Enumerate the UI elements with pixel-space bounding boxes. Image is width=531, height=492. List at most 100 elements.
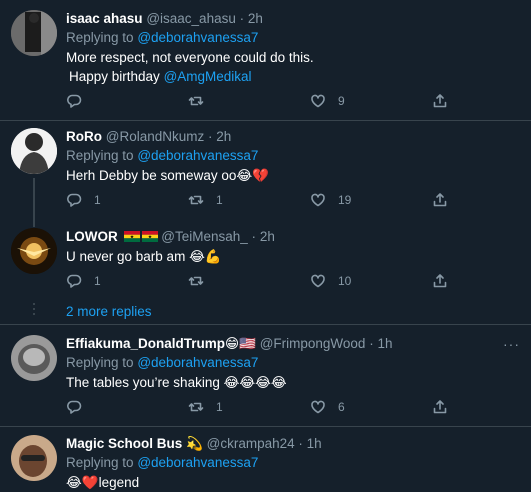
share-button[interactable]: [432, 190, 448, 210]
separator: ·: [298, 436, 303, 451]
reply-count: 1: [94, 274, 101, 288]
timestamp[interactable]: 2h: [216, 129, 231, 144]
like-button[interactable]: 19: [310, 190, 351, 210]
display-name[interactable]: LOWOR: [66, 229, 118, 244]
user-handle[interactable]: @isaac_ahasu: [146, 11, 236, 26]
tweet-roro[interactable]: RoRo @RolandNkumz · 2h Replying to @debo…: [0, 121, 531, 219]
retweet-count: 1: [216, 193, 223, 207]
thread-line: [33, 219, 35, 227]
tweet-text-fragment: U never go barb am: [66, 249, 186, 264]
share-button[interactable]: [432, 397, 448, 417]
tweet-text: The tables you’re shaking 😂😂😂😂: [66, 373, 521, 393]
reply-button[interactable]: 1: [66, 190, 101, 210]
avatar-image: [11, 335, 57, 381]
tweet-lowor[interactable]: LOWOR @TeiMensah_ · 2h U never go barb a…: [0, 219, 531, 299]
tweet-header: Magic School Bus 💫 @ckrampah24 · 1h: [66, 435, 521, 453]
replying-to-link[interactable]: @deborahvanessa7: [137, 30, 258, 45]
tweet-header: LOWOR @TeiMensah_ · 2h: [66, 228, 521, 246]
emoji: 😂❤️: [66, 475, 99, 491]
avatar[interactable]: [11, 10, 57, 56]
user-handle[interactable]: @TeiMensah_: [161, 229, 248, 244]
reply-icon: [67, 400, 82, 414]
reply-count: 1: [94, 193, 101, 207]
like-button[interactable]: 9: [310, 91, 345, 111]
mention-link[interactable]: @AmgMedikal: [164, 69, 252, 84]
display-name[interactable]: Magic School Bus: [66, 436, 182, 451]
tweet-text-fragment: The tables you’re shaking: [66, 375, 220, 390]
share-icon: [433, 274, 447, 288]
like-icon: [311, 193, 325, 207]
separator: ·: [239, 11, 245, 26]
avatar[interactable]: [11, 335, 57, 381]
display-name[interactable]: isaac ahasu: [66, 11, 143, 26]
tweet-text: U never go barb am 😂💪: [66, 247, 521, 267]
replying-to-link[interactable]: @deborahvanessa7: [137, 355, 258, 370]
avatar-image: [11, 435, 57, 481]
like-icon: [311, 400, 325, 414]
emoji: 😂💪: [189, 249, 222, 265]
replying-to-link[interactable]: @deborahvanessa7: [137, 148, 258, 163]
like-button[interactable]: 10: [310, 271, 351, 291]
retweet-count: 1: [216, 400, 223, 414]
like-button[interactable]: 6: [310, 397, 345, 417]
display-name[interactable]: Effiakuma_DonaldTrump: [66, 336, 225, 351]
share-icon: [433, 193, 447, 207]
thread-dots: [33, 303, 35, 318]
tweet-text: 😂❤️legend: [66, 473, 521, 492]
tweet-effiakuma[interactable]: Effiakuma_DonaldTrump😁🇺🇸 @FrimpongWood ·…: [0, 325, 531, 428]
share-button[interactable]: [432, 271, 448, 291]
user-handle[interactable]: @FrimpongWood: [260, 336, 366, 351]
retweet-button[interactable]: [188, 91, 216, 111]
share-icon: [433, 400, 447, 414]
replying-to: Replying to @deborahvanessa7: [66, 146, 521, 166]
tweet-text: Herh Debby be someway oo😂💔: [66, 166, 521, 186]
like-icon: [311, 274, 325, 288]
tweet-header: Effiakuma_DonaldTrump😁🇺🇸 @FrimpongWood ·…: [66, 335, 521, 353]
replying-to-link[interactable]: @deborahvanessa7: [137, 455, 258, 470]
timestamp[interactable]: 2h: [260, 229, 275, 244]
name-emoji: 😁🇺🇸: [225, 336, 256, 352]
user-handle[interactable]: @RolandNkumz: [106, 129, 205, 144]
retweet-icon: [188, 96, 204, 106]
tweet-actions: 1 6: [66, 397, 456, 417]
replying-prefix: Replying to: [66, 355, 134, 370]
timestamp[interactable]: 2h: [248, 11, 263, 26]
timestamp[interactable]: 1h: [377, 336, 392, 351]
avatar[interactable]: [11, 228, 57, 274]
tweet-text-fragment: Herh Debby be someway oo: [66, 168, 237, 183]
tweet-feed: isaac ahasu @isaac_ahasu · 2h Replying t…: [0, 0, 531, 492]
separator: ·: [369, 336, 374, 351]
avatar[interactable]: [11, 128, 57, 174]
tweet-actions: 1 1 19: [66, 190, 456, 210]
ghana-flag-icon: [122, 229, 162, 244]
tweet-magic-school-bus[interactable]: Magic School Bus 💫 @ckrampah24 · 1h Repl…: [0, 427, 531, 492]
tweet-actions: 9: [66, 91, 456, 111]
share-button[interactable]: [432, 91, 448, 111]
reply-button[interactable]: [66, 397, 94, 417]
reply-button[interactable]: [66, 91, 94, 111]
avatar[interactable]: [11, 435, 57, 481]
tweet-text-line: Happy birthday @AmgMedikal: [66, 67, 521, 86]
more-icon[interactable]: ···: [503, 337, 519, 355]
replying-prefix: Replying to: [66, 30, 134, 45]
retweet-icon: [188, 195, 204, 205]
retweet-button[interactable]: 1: [188, 397, 223, 417]
more-replies-link[interactable]: 2 more replies: [66, 304, 152, 319]
display-name[interactable]: RoRo: [66, 129, 102, 144]
name-emoji: 💫: [186, 436, 203, 452]
like-icon: [311, 94, 325, 108]
like-count: 6: [338, 400, 345, 414]
thread-line: [33, 178, 35, 219]
reply-button[interactable]: 1: [66, 271, 101, 291]
user-handle[interactable]: @ckrampah24: [207, 436, 295, 451]
reply-icon: [67, 94, 82, 108]
retweet-button[interactable]: [188, 271, 216, 291]
timestamp[interactable]: 1h: [307, 436, 322, 451]
tweet-actions: 1 10: [66, 271, 456, 291]
avatar-image: [11, 228, 57, 274]
retweet-button[interactable]: 1: [188, 190, 223, 210]
like-count: 10: [338, 274, 352, 288]
emoji: 😂😂😂😂: [223, 375, 287, 391]
tweet-isaac[interactable]: isaac ahasu @isaac_ahasu · 2h Replying t…: [0, 0, 531, 120]
retweet-icon: [188, 276, 204, 286]
